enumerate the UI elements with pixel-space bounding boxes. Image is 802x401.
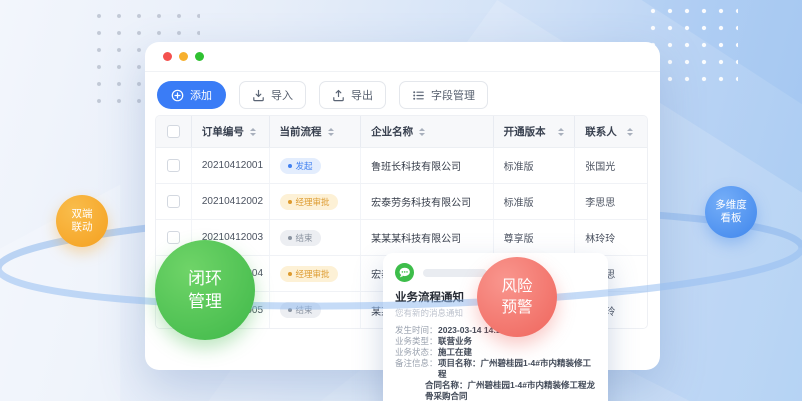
contact-cell: 张国光	[575, 148, 647, 183]
sort-icon[interactable]	[419, 128, 425, 136]
export-icon	[332, 89, 345, 102]
export-button-label: 导出	[351, 87, 373, 103]
header-flow[interactable]: 当前流程	[270, 116, 362, 147]
traffic-light-red-icon[interactable]	[163, 52, 172, 61]
notification-remark-line: 合同名称：广州碧桂园1-4#市内精装修工程龙骨采购合同	[425, 380, 596, 401]
order-no-cell: 20210412002	[192, 184, 270, 219]
add-button-label: 添加	[190, 87, 212, 103]
traffic-light-yellow-icon[interactable]	[179, 52, 188, 61]
select-all-checkbox[interactable]	[167, 125, 180, 138]
company-cell: 某某某科技有限公司	[361, 220, 493, 255]
header-order-no[interactable]: 订单编号	[192, 116, 270, 147]
status-pill: 结束	[280, 230, 321, 246]
table-header-row: 订单编号 当前流程 企业名称 开通版本 联系人	[156, 116, 647, 148]
table-row: 20210412002 经理审批 宏泰劳务科技有限公司 标准版 李思思	[156, 184, 647, 220]
header-contact[interactable]: 联系人	[575, 116, 647, 147]
add-button[interactable]: 添加	[157, 81, 226, 109]
row-checkbox[interactable]	[167, 195, 180, 208]
export-button[interactable]: 导出	[319, 81, 386, 109]
notification-field: 业务类型： 联营业务	[395, 336, 596, 347]
row-checkbox[interactable]	[167, 159, 180, 172]
chat-message-icon	[395, 263, 414, 282]
notification-field: 备注信息： 项目名称：广州碧桂园1-4#市内精装修工程	[395, 358, 596, 380]
status-pill: 发起	[280, 158, 321, 174]
field-manage-button-label: 字段管理	[431, 87, 475, 103]
version-cell: 标准版	[494, 148, 576, 183]
company-cell: 鲁班长科技有限公司	[361, 148, 493, 183]
header-company[interactable]: 企业名称	[361, 116, 493, 147]
badge-dual-link: 双端 联动	[56, 195, 108, 247]
order-no-cell: 20210412001	[192, 148, 270, 183]
window-titlebar	[145, 42, 660, 72]
sort-icon[interactable]	[627, 128, 633, 136]
plus-circle-icon	[171, 89, 184, 102]
header-version[interactable]: 开通版本	[494, 116, 576, 147]
company-cell: 宏泰劳务科技有限公司	[361, 184, 493, 219]
status-pill: 经理审批	[280, 194, 338, 210]
status-pill: 结束	[280, 302, 321, 318]
sort-icon[interactable]	[328, 128, 334, 136]
sort-icon[interactable]	[250, 128, 256, 136]
dot-grid-decoration	[650, 8, 738, 88]
import-icon	[252, 89, 265, 102]
status-pill: 经理审批	[280, 266, 338, 282]
header-checkbox-cell	[156, 116, 192, 147]
version-cell: 尊享版	[494, 220, 576, 255]
notification-field: 业务状态： 施工在建	[395, 347, 596, 358]
list-icon	[412, 89, 425, 102]
marketing-scene: 添加 导入 导出 字段管理 订单编号 当前流程 企业名称 开通版本	[0, 0, 802, 401]
row-checkbox[interactable]	[167, 231, 180, 244]
badge-closed-loop: 闭环 管理	[155, 240, 255, 340]
contact-cell: 林玲玲	[575, 220, 647, 255]
toolbar: 添加 导入 导出 字段管理	[157, 81, 488, 109]
import-button[interactable]: 导入	[239, 81, 306, 109]
contact-cell: 李思思	[575, 184, 647, 219]
placeholder-bar	[423, 269, 487, 277]
sort-icon[interactable]	[558, 128, 564, 136]
import-button-label: 导入	[271, 87, 293, 103]
version-cell: 标准版	[494, 184, 576, 219]
badge-multi-dashboard: 多维度 看板	[705, 186, 757, 238]
field-manage-button[interactable]: 字段管理	[399, 81, 488, 109]
table-row: 20210412001 发起 鲁班长科技有限公司 标准版 张国光	[156, 148, 647, 184]
traffic-light-green-icon[interactable]	[195, 52, 204, 61]
badge-risk-warning: 风险 预警	[477, 257, 557, 337]
